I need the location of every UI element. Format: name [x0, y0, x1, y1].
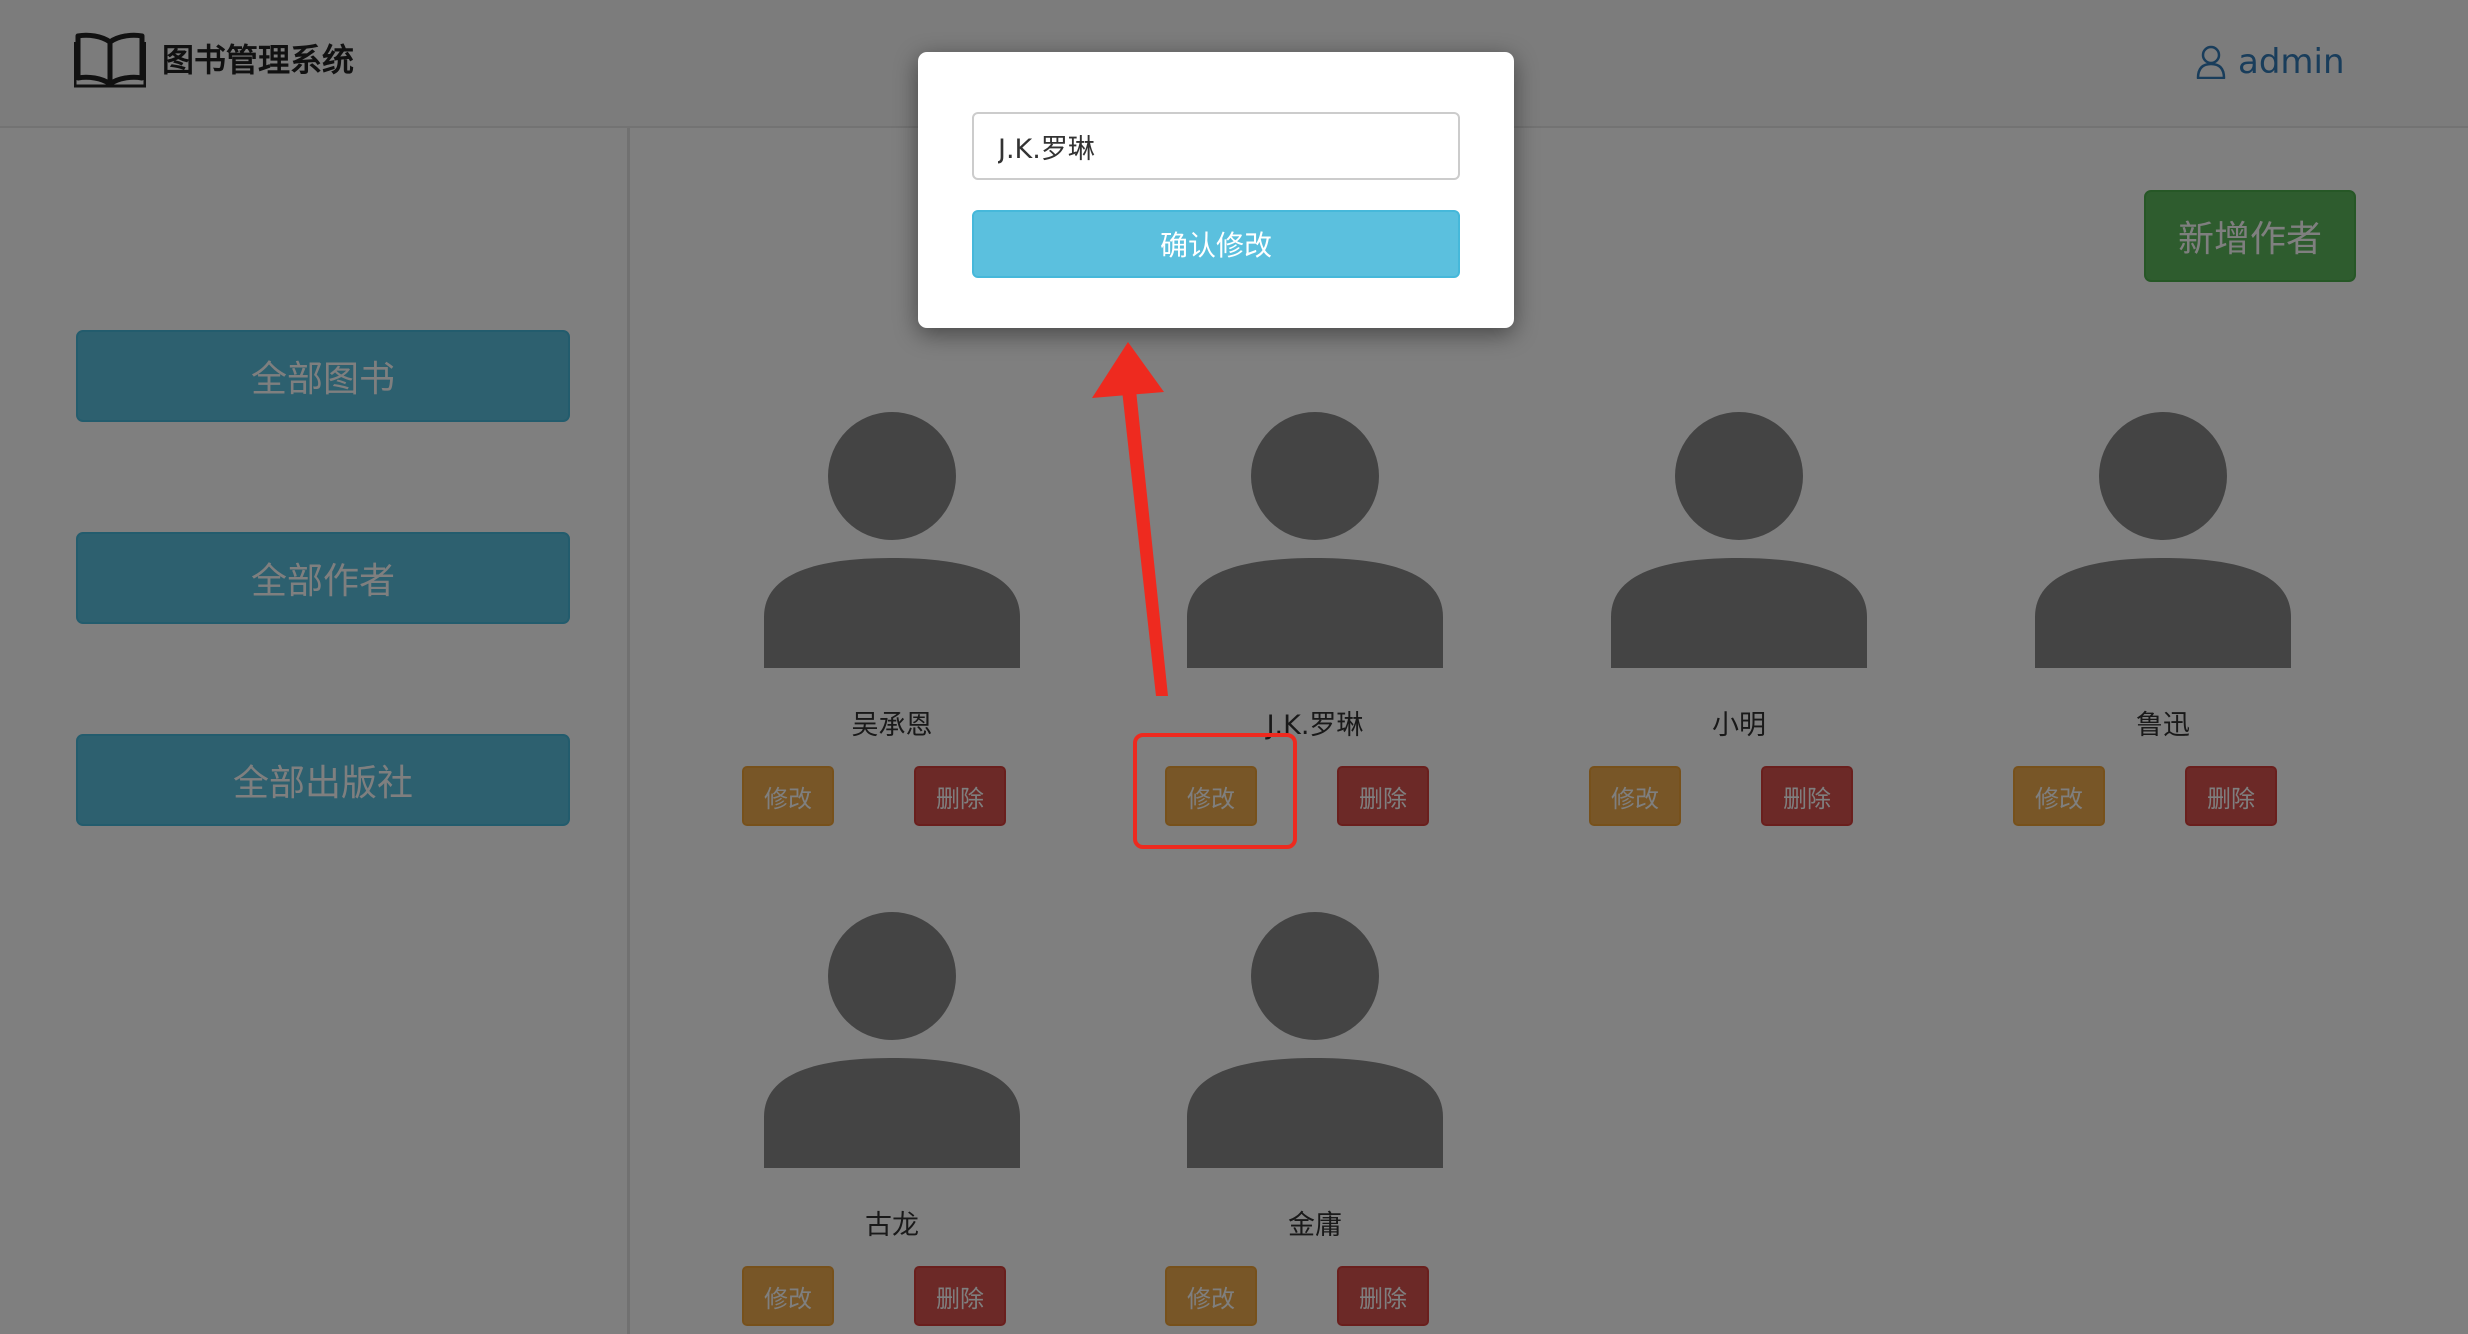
- annotation-highlight-box: [1133, 733, 1297, 849]
- confirm-edit-button[interactable]: 确认修改: [972, 210, 1460, 278]
- edit-author-modal: 确认修改: [918, 52, 1514, 328]
- author-name-input[interactable]: [972, 112, 1460, 180]
